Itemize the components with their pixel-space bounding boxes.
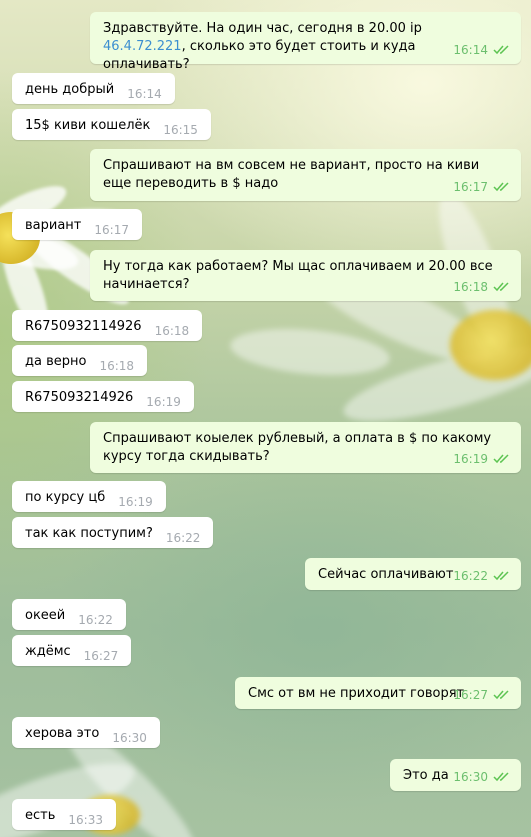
message-text: Спрашивают коыелек рублевый, а оплата в … bbox=[103, 431, 492, 464]
message-time: 16:27 bbox=[453, 688, 488, 702]
read-double-check-icon bbox=[493, 182, 509, 192]
message-text: день добрый bbox=[25, 82, 115, 97]
incoming-message[interactable]: херова это 16:30 bbox=[12, 717, 160, 748]
message-text: Ну тогда как работаем? Мы щас оплачиваем… bbox=[103, 259, 493, 292]
message-time: 16:18 bbox=[453, 280, 488, 294]
message-time: 16:19 bbox=[146, 395, 181, 409]
incoming-message[interactable]: есть 16:33 bbox=[12, 799, 116, 830]
incoming-message[interactable]: 15$ киви кошелёк 16:15 bbox=[12, 109, 211, 140]
outgoing-message[interactable]: Сейчас оплачивают 16:22 bbox=[305, 558, 521, 590]
incoming-message[interactable]: R6750932114926 16:18 bbox=[12, 310, 203, 341]
read-double-check-icon bbox=[493, 282, 509, 292]
message-time: 16:30 bbox=[112, 731, 147, 745]
message-text: есть bbox=[25, 808, 56, 823]
ip-link[interactable]: 46.4.72.221 bbox=[103, 39, 182, 54]
message-time: 16:22 bbox=[78, 613, 113, 627]
message-text: Здравствуйте. На один час, сегодня в 20.… bbox=[103, 21, 422, 72]
message-time: 16:19 bbox=[453, 452, 488, 466]
message-time: 16:18 bbox=[99, 359, 135, 373]
message-text: ждёмс bbox=[25, 644, 71, 659]
incoming-message[interactable]: день добрый 16:14 bbox=[12, 73, 175, 104]
message-time: 16:27 bbox=[83, 649, 119, 663]
outgoing-message[interactable]: Здравствуйте. На один час, сегодня в 20.… bbox=[90, 12, 521, 72]
message-text: херова это bbox=[25, 726, 100, 741]
incoming-message[interactable]: вариант 16:17 bbox=[12, 209, 142, 240]
message-time: 16:18 bbox=[154, 324, 190, 338]
outgoing-message[interactable]: Это да 16:30 bbox=[390, 759, 521, 791]
message-time: 16:14 bbox=[127, 87, 162, 101]
message-text: так как поступим? bbox=[25, 526, 153, 541]
message-text: по курсу цб bbox=[25, 490, 106, 505]
message-text: да верно bbox=[25, 354, 87, 369]
incoming-message[interactable]: ждёмс 16:27 bbox=[12, 635, 132, 666]
outgoing-message[interactable]: Ну тогда как работаем? Мы щас оплачиваем… bbox=[90, 250, 521, 301]
read-double-check-icon bbox=[493, 45, 509, 55]
message-text: Сейчас оплачивают bbox=[318, 567, 454, 582]
message-time: 16:22 bbox=[165, 531, 201, 545]
incoming-message[interactable]: океей 16:22 bbox=[12, 599, 126, 630]
outgoing-message[interactable]: Спрашивают на вм совсем не вариант, прос… bbox=[90, 149, 521, 201]
message-time: 16:19 bbox=[118, 495, 153, 509]
incoming-message[interactable]: по курсу цб 16:19 bbox=[12, 481, 166, 512]
message-time: 16:30 bbox=[453, 770, 488, 784]
read-double-check-icon bbox=[493, 772, 509, 782]
message-time: 16:22 bbox=[453, 569, 488, 583]
message-time: 16:14 bbox=[453, 43, 488, 57]
outgoing-message[interactable]: Смс от вм не приходит говорят 16:27 bbox=[235, 677, 521, 709]
message-text: океей bbox=[25, 608, 66, 623]
message-time: 16:17 bbox=[94, 223, 129, 237]
message-text: R6750932114926 bbox=[25, 319, 142, 334]
message-time: 16:15 bbox=[163, 123, 198, 137]
incoming-message[interactable]: так как поступим? 16:22 bbox=[12, 517, 214, 548]
outgoing-message[interactable]: Спрашивают коыелек рублевый, а оплата в … bbox=[90, 422, 521, 473]
incoming-message[interactable]: R675093214926 16:19 bbox=[12, 381, 194, 412]
message-text: Смс от вм не приходит говорят bbox=[248, 686, 465, 701]
incoming-message[interactable]: да верно 16:18 bbox=[12, 345, 148, 376]
message-text: Спрашивают на вм совсем не вариант, прос… bbox=[103, 158, 480, 191]
message-time: 16:33 bbox=[68, 813, 103, 827]
read-double-check-icon bbox=[493, 690, 509, 700]
message-time: 16:17 bbox=[453, 180, 488, 194]
message-text: R675093214926 bbox=[25, 390, 134, 405]
message-text: вариант bbox=[25, 218, 82, 233]
message-text: Это да bbox=[403, 768, 449, 783]
read-double-check-icon bbox=[493, 571, 509, 581]
read-double-check-icon bbox=[493, 454, 509, 464]
message-text: 15$ киви кошелёк bbox=[25, 118, 151, 133]
